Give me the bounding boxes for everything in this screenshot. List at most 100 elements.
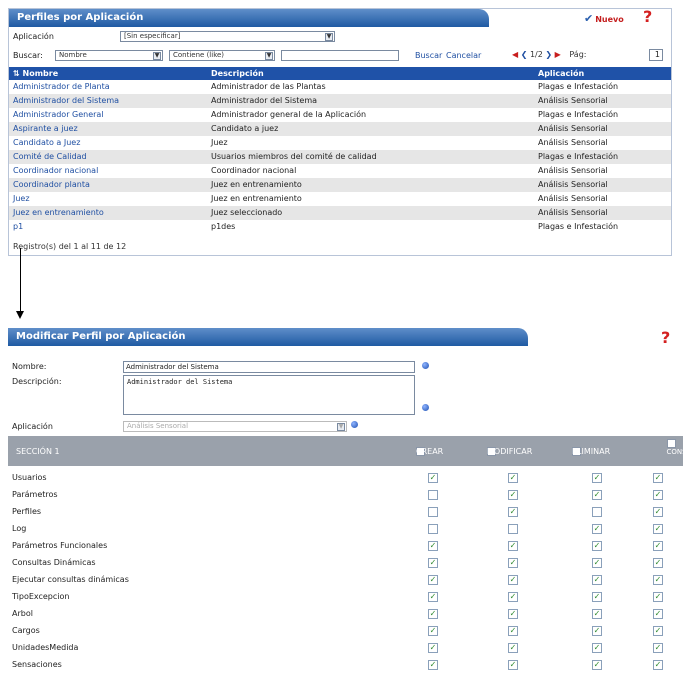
query-checkbox[interactable]: ✓ bbox=[653, 575, 663, 585]
profile-name-link[interactable]: Juez en entrenamiento bbox=[13, 208, 104, 217]
modify-checkbox[interactable]: ✓ bbox=[508, 643, 518, 653]
create-checkbox[interactable]: ✓ bbox=[428, 643, 438, 653]
table-row[interactable]: Juez Juez en entrenamiento Análisis Sensor… bbox=[9, 192, 671, 206]
modify-checkbox[interactable]: ✓ bbox=[508, 626, 518, 636]
info-icon[interactable] bbox=[422, 404, 429, 411]
next-page-icon[interactable]: ❯ bbox=[545, 50, 552, 59]
create-checkbox[interactable]: ✓ bbox=[428, 592, 438, 602]
query-checkbox[interactable]: ✓ bbox=[653, 626, 663, 636]
create-checkbox[interactable]: ✓ bbox=[428, 558, 438, 568]
profile-name-link[interactable]: Coordinador nacional bbox=[13, 166, 98, 175]
table-row[interactable]: Administrador del Sistema Administrador d… bbox=[9, 94, 671, 108]
delete-checkbox[interactable]: ✓ bbox=[592, 558, 602, 568]
query-checkbox[interactable]: ✓ bbox=[653, 609, 663, 619]
permission-row: Log ✓ ✓ bbox=[8, 521, 683, 538]
cancel-button[interactable]: Cancelar bbox=[446, 51, 481, 60]
application-select[interactable]: [Sin especificar] ▼ bbox=[120, 31, 335, 42]
modify-checkbox[interactable]: ✓ bbox=[508, 609, 518, 619]
table-row[interactable]: p1 p1des Plagas e Infestación bbox=[9, 220, 671, 234]
search-operator-value: Contiene (like) bbox=[173, 51, 225, 59]
query-checkbox[interactable]: ✓ bbox=[653, 541, 663, 551]
modify-checkbox[interactable]: ✓ bbox=[508, 507, 518, 517]
column-header-name[interactable]: ⇅ Nombre bbox=[13, 69, 58, 78]
delete-checkbox[interactable]: ✓ bbox=[592, 524, 602, 534]
delete-checkbox[interactable]: ✓ bbox=[592, 490, 602, 500]
profile-name-link[interactable]: Administrador General bbox=[13, 110, 104, 119]
permission-label: Usuarios bbox=[12, 473, 47, 482]
search-button[interactable]: Buscar bbox=[415, 51, 442, 60]
help-icon[interactable]: ? bbox=[661, 328, 670, 347]
create-checkbox[interactable]: ✓ bbox=[428, 473, 438, 483]
search-operator-select[interactable]: Contiene (like) ▼ bbox=[169, 50, 275, 61]
last-page-icon[interactable]: ▶ bbox=[555, 50, 561, 59]
help-icon[interactable]: ? bbox=[643, 7, 652, 26]
modify-checkbox[interactable] bbox=[508, 524, 518, 534]
new-button[interactable]: ✔ Nuevo bbox=[584, 12, 624, 25]
table-row[interactable]: Aspirante a juez Candidato a juez Análisis… bbox=[9, 122, 671, 136]
column-header-description[interactable]: Descripción bbox=[211, 69, 264, 78]
profile-name-link[interactable]: Candidato a Juez bbox=[13, 138, 80, 147]
modify-checkbox[interactable]: ✓ bbox=[508, 541, 518, 551]
delete-checkbox[interactable]: ✓ bbox=[592, 592, 602, 602]
search-field-select[interactable]: Nombre ▼ bbox=[55, 50, 163, 61]
profile-name-link[interactable]: Juez bbox=[13, 194, 30, 203]
profile-name-link[interactable]: Administrador de Planta bbox=[13, 82, 110, 91]
profile-name-link[interactable]: Coordinador planta bbox=[13, 180, 90, 189]
profile-name-link[interactable]: Administrador del Sistema bbox=[13, 96, 119, 105]
create-checkbox[interactable]: ✓ bbox=[428, 575, 438, 585]
delete-checkbox[interactable]: ✓ bbox=[592, 660, 602, 670]
create-checkbox[interactable]: ✓ bbox=[428, 626, 438, 636]
column-header-application[interactable]: Aplicación bbox=[538, 69, 584, 78]
create-checkbox[interactable]: ✓ bbox=[428, 541, 438, 551]
search-input[interactable] bbox=[281, 50, 399, 61]
query-checkbox[interactable]: ✓ bbox=[653, 490, 663, 500]
permission-label: Arbol bbox=[12, 609, 33, 618]
info-icon[interactable] bbox=[351, 421, 358, 428]
table-row[interactable]: Administrador de Planta Administrador de … bbox=[9, 80, 671, 94]
profile-description: Juez seleccionado bbox=[211, 208, 283, 217]
profile-name-link[interactable]: Comité de Calidad bbox=[13, 152, 87, 161]
delete-checkbox[interactable]: ✓ bbox=[592, 541, 602, 551]
modify-checkbox[interactable]: ✓ bbox=[508, 558, 518, 568]
first-page-icon[interactable]: ◀ bbox=[512, 50, 518, 59]
query-checkbox[interactable]: ✓ bbox=[653, 473, 663, 483]
delete-checkbox[interactable]: ✓ bbox=[592, 575, 602, 585]
query-checkbox[interactable]: ✓ bbox=[653, 558, 663, 568]
name-field[interactable]: Administrador del Sistema bbox=[123, 361, 415, 373]
info-icon[interactable] bbox=[422, 362, 429, 369]
delete-checkbox[interactable]: ✓ bbox=[592, 473, 602, 483]
create-checkbox[interactable]: ✓ bbox=[428, 609, 438, 619]
create-checkbox[interactable] bbox=[428, 524, 438, 534]
query-checkbox[interactable]: ✓ bbox=[653, 643, 663, 653]
create-checkbox[interactable] bbox=[428, 490, 438, 500]
profile-name-link[interactable]: p1 bbox=[13, 222, 23, 231]
delete-checkbox[interactable]: ✓ bbox=[592, 609, 602, 619]
profile-name-link[interactable]: Aspirante a juez bbox=[13, 124, 78, 133]
permission-label: Parámetros Funcionales bbox=[12, 541, 108, 550]
modify-checkbox[interactable]: ✓ bbox=[508, 473, 518, 483]
name-label: Nombre: bbox=[12, 362, 47, 371]
modify-checkbox[interactable]: ✓ bbox=[508, 575, 518, 585]
create-checkbox[interactable]: ✓ bbox=[428, 660, 438, 670]
description-field[interactable]: Administrador del Sistema bbox=[123, 375, 415, 415]
create-checkbox[interactable] bbox=[428, 507, 438, 517]
query-checkbox[interactable]: ✓ bbox=[653, 592, 663, 602]
delete-checkbox[interactable]: ✓ bbox=[592, 643, 602, 653]
delete-checkbox[interactable] bbox=[592, 507, 602, 517]
query-checkbox[interactable]: ✓ bbox=[653, 524, 663, 534]
select-all-query[interactable]: CONSULTA bbox=[650, 439, 683, 456]
table-row[interactable]: Administrador General Administrador gener… bbox=[9, 108, 671, 122]
page-number-input[interactable]: 1 bbox=[649, 49, 663, 61]
query-checkbox[interactable]: ✓ bbox=[653, 507, 663, 517]
query-checkbox[interactable]: ✓ bbox=[653, 660, 663, 670]
prev-page-icon[interactable]: ❮ bbox=[521, 50, 528, 59]
table-row[interactable]: Coordinador planta Juez en entrenamiento A… bbox=[9, 178, 671, 192]
table-row[interactable]: Juez en entrenamiento Juez seleccionado An… bbox=[9, 206, 671, 220]
modify-checkbox[interactable]: ✓ bbox=[508, 660, 518, 670]
modify-checkbox[interactable]: ✓ bbox=[508, 592, 518, 602]
table-row[interactable]: Candidato a Juez Juez Análisis Sensorial bbox=[9, 136, 671, 150]
table-row[interactable]: Coordinador nacional Coordinador nacional… bbox=[9, 164, 671, 178]
table-row[interactable]: Comité de Calidad Usuarios miembros del c… bbox=[9, 150, 671, 164]
modify-checkbox[interactable]: ✓ bbox=[508, 490, 518, 500]
delete-checkbox[interactable]: ✓ bbox=[592, 626, 602, 636]
